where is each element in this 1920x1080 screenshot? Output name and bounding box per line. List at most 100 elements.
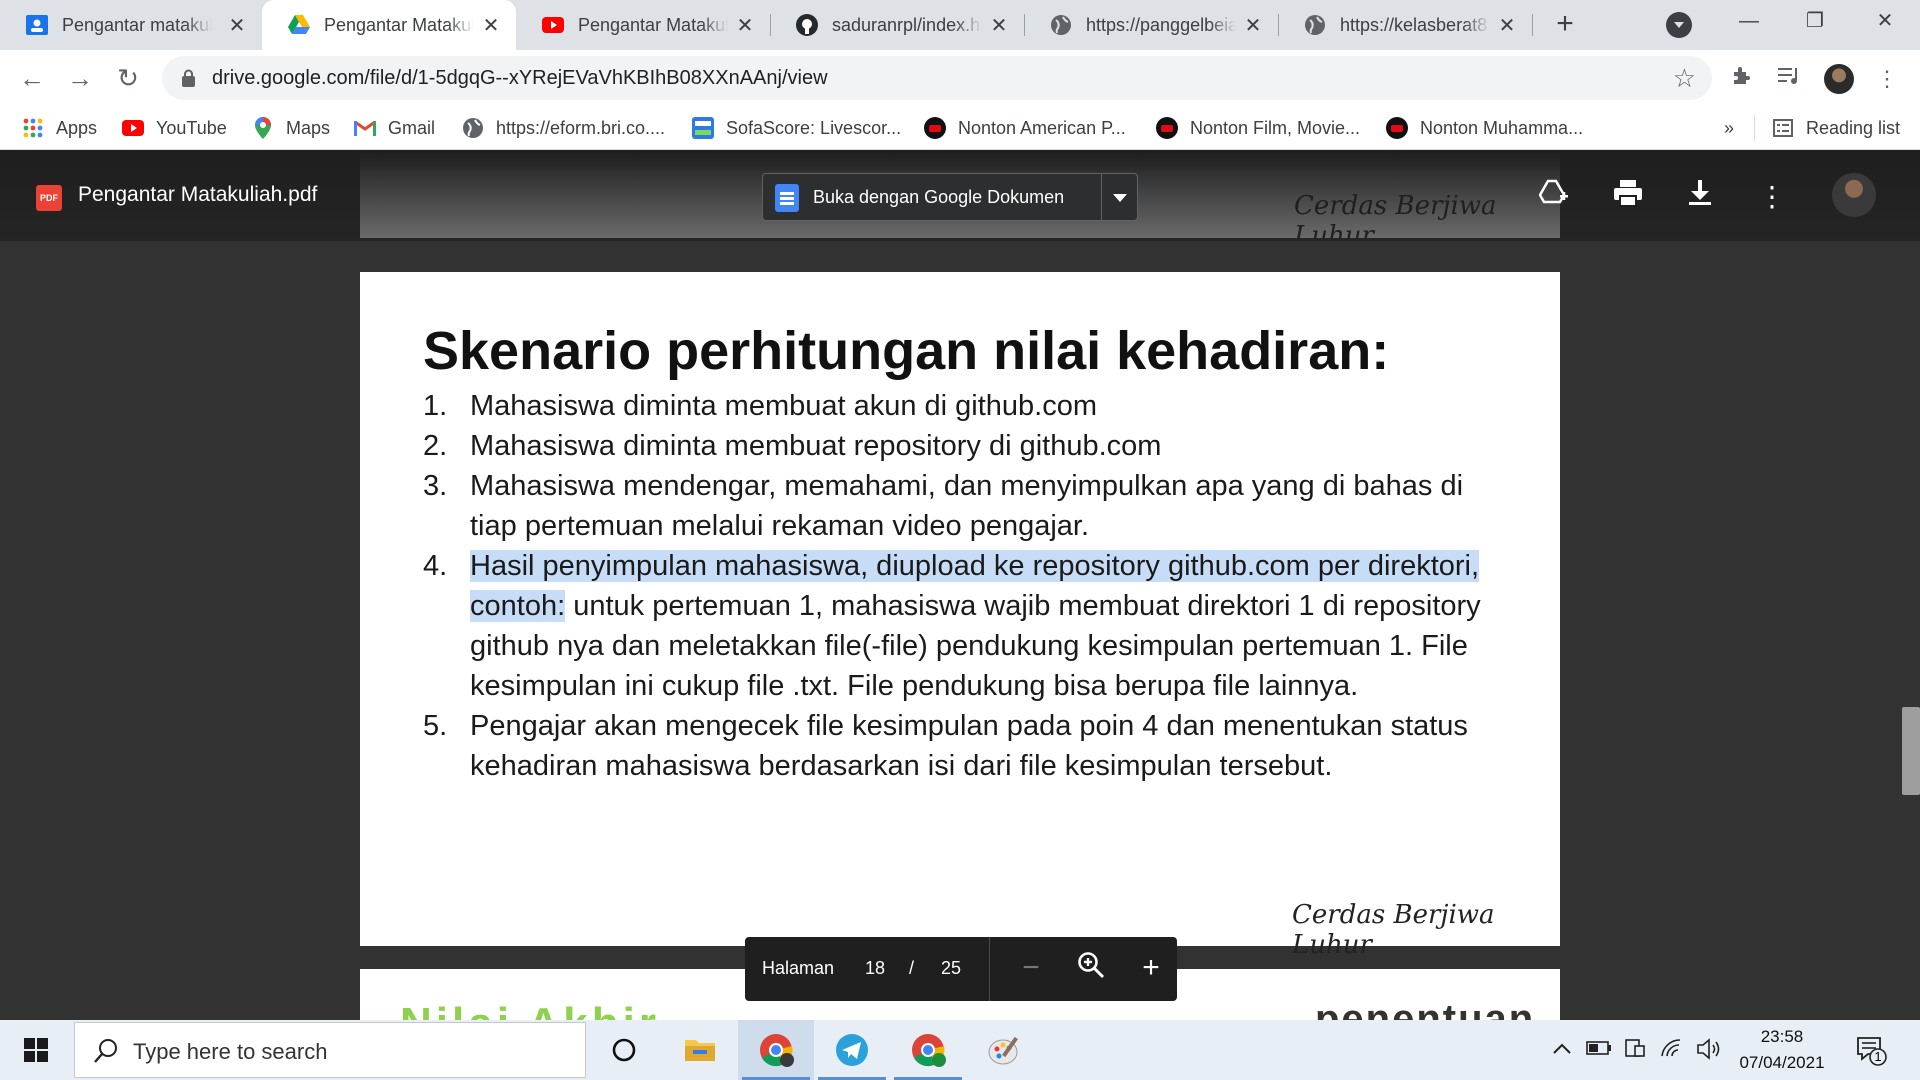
scrollbar-thumb[interactable]	[1902, 707, 1920, 795]
close-icon[interactable]: ✕	[226, 13, 248, 38]
split-divider	[1101, 174, 1102, 220]
bookmark-bri[interactable]: https://eform.bri.co....	[462, 106, 665, 150]
open-with-docs-button[interactable]: Buka dengan Google Dokumen	[762, 173, 1138, 221]
address-bar[interactable]: drive.google.com/file/d/1-5dgqG--xYRejEV…	[162, 56, 1712, 100]
windows-logo-icon	[37, 1051, 48, 1062]
tab-title: https://panggelbeian	[1086, 14, 1236, 35]
bookmark-label: YouTube	[156, 117, 227, 138]
zoom-out-button[interactable]: −	[1013, 951, 1049, 987]
back-button[interactable]: ←	[14, 60, 50, 96]
show-hidden-icons-button[interactable]	[1552, 1038, 1572, 1061]
bookmark-nonton-1[interactable]: Nonton American P...	[924, 106, 1126, 150]
next-page-heading: Nilai Akhir	[400, 999, 660, 1020]
bookmark-nonton-3[interactable]: Nonton Muhamma...	[1386, 106, 1583, 150]
bookmark-label: Apps	[56, 117, 98, 138]
bookmark-maps[interactable]: Maps	[252, 106, 330, 150]
tab-classroom[interactable]: Pengantar matakuliah ✕	[0, 0, 262, 50]
list-text: Pengajar akan mengecek file kesimpulan p…	[470, 710, 1468, 782]
volume-icon[interactable]	[1696, 1038, 1722, 1066]
google-classroom-icon	[26, 14, 48, 36]
notification-center-button[interactable]: 1	[1856, 1036, 1888, 1066]
bookmarks-overflow-button[interactable]: »	[1724, 106, 1734, 150]
zoom-in-button[interactable]: +	[1133, 951, 1169, 987]
minimize-button[interactable]: —	[1720, 0, 1778, 44]
bookmark-label: https://eform.bri.co....	[496, 117, 666, 138]
close-icon[interactable]: ✕	[988, 13, 1010, 38]
chevron-down-icon[interactable]	[1113, 194, 1127, 202]
media-control-icon[interactable]	[1775, 64, 1805, 94]
close-icon[interactable]: ✕	[480, 13, 502, 38]
bookmark-divider	[1754, 115, 1755, 141]
extensions-icon[interactable]	[1727, 64, 1757, 94]
wifi-icon[interactable]	[1660, 1038, 1684, 1064]
close-window-button[interactable]: ✕	[1856, 0, 1914, 44]
youtube-icon	[122, 117, 144, 139]
account-avatar[interactable]	[1832, 173, 1876, 217]
battery-icon[interactable]	[1586, 1038, 1612, 1061]
notification-icon	[1857, 1037, 1887, 1066]
chrome-menu-icon[interactable]: ⋮	[1872, 64, 1902, 94]
netflix-icon	[1156, 117, 1178, 139]
url-text[interactable]: drive.google.com/file/d/1-5dgqG--xYRejEV…	[212, 67, 828, 90]
list-item: 3. Mahasiswa mendengar, memahami, dan men…	[423, 466, 1503, 546]
download-icon[interactable]	[1682, 179, 1718, 215]
slide-title: Skenario perhitungan nilai kehadiran:	[423, 321, 1390, 381]
system-clock[interactable]: 23:58 07/04/2021	[1736, 1024, 1828, 1076]
add-shortcut-drive-icon[interactable]	[1536, 179, 1572, 215]
tab-github[interactable]: saduranrpl/index.html ✕	[770, 0, 1024, 50]
taskbar-search-box[interactable]: Type here to search	[74, 1022, 586, 1078]
taskbar-paint[interactable]	[966, 1020, 1042, 1080]
tab-strip: Pengantar matakuliah ✕ Pengantar Matakul…	[0, 0, 1920, 50]
list-item: 5. Pengajar akan mengecek file kesimpulan…	[423, 706, 1503, 786]
reload-button[interactable]: ↻	[110, 60, 146, 96]
close-icon[interactable]: ✕	[734, 13, 756, 38]
list-number: 2.	[423, 430, 448, 462]
bookmark-gmail[interactable]: Gmail	[354, 106, 435, 150]
device-icon[interactable]	[1624, 1038, 1646, 1066]
taskbar-file-explorer[interactable]	[662, 1020, 738, 1080]
list-text: Mahasiswa diminta membuat repository di …	[470, 430, 1162, 462]
folder-icon	[685, 1040, 715, 1061]
reading-list-button[interactable]: Reading list	[1772, 106, 1900, 150]
profile-avatar[interactable]	[1824, 64, 1854, 94]
bookmark-youtube[interactable]: YouTube	[122, 106, 227, 150]
tab-panggel[interactable]: https://panggelbeian ✕	[1024, 0, 1278, 50]
tab-title: https://kelasberat8	[1340, 14, 1488, 35]
bookmark-nonton-2[interactable]: Nonton Film, Movie...	[1156, 106, 1360, 150]
taskbar-chrome-profile-2[interactable]	[890, 1020, 966, 1080]
tab-kelasberat[interactable]: https://kelasberat8 ✕	[1278, 0, 1532, 50]
tab-youtube[interactable]: Pengantar Matakuliah ✕	[516, 0, 770, 50]
bookmark-label: Nonton Film, Movie...	[1190, 117, 1361, 138]
pdf-file-icon: PDF	[36, 185, 62, 211]
tab-title: Pengantar matakuliah	[62, 14, 212, 35]
taskbar-telegram[interactable]	[814, 1020, 890, 1080]
clock-date: 07/04/2021	[1739, 1053, 1825, 1072]
close-icon[interactable]: ✕	[1496, 13, 1518, 38]
telegram-icon	[836, 1034, 868, 1066]
slide-list: 1. Mahasiswa diminta membuat akun di gith…	[423, 386, 1503, 786]
current-page[interactable]: 18	[865, 958, 885, 979]
taskbar-chrome-profile-1[interactable]	[738, 1020, 814, 1080]
tab-drive[interactable]: Pengantar Matakuliah ✕	[262, 0, 516, 50]
print-icon[interactable]	[1610, 179, 1646, 215]
bookmark-sofascore[interactable]: SofaScore: Livescor...	[692, 106, 901, 150]
browser-toolbar: ← → ↻ drive.google.com/file/d/1-5dgqG--x…	[0, 50, 1920, 106]
forward-button[interactable]: →	[62, 60, 98, 96]
lock-icon[interactable]	[182, 69, 195, 87]
windows-start-button[interactable]	[0, 1020, 72, 1080]
bookmark-star-icon[interactable]: ☆	[1673, 63, 1696, 94]
restore-button[interactable]: ❐	[1786, 0, 1844, 44]
zoom-icon[interactable]	[1073, 951, 1109, 987]
task-view-button[interactable]	[586, 1020, 662, 1080]
new-tab-button[interactable]: +	[1548, 8, 1582, 42]
list-item: 1. Mahasiswa diminta membuat akun di gith…	[423, 386, 1503, 426]
viewer-header: PDF Pengantar Matakuliah.pdf Buka dengan…	[0, 151, 1920, 241]
close-icon[interactable]: ✕	[1242, 13, 1264, 38]
pdf-page: Skenario perhitungan nilai kehadiran: 1.…	[360, 272, 1560, 960]
apps-grid-icon	[22, 117, 44, 139]
tab-title: Pengantar Matakuliah	[324, 14, 474, 35]
bookmark-apps[interactable]: Apps	[22, 106, 97, 150]
tab-search-button[interactable]	[1666, 12, 1692, 38]
more-options-icon[interactable]: ⋮	[1754, 179, 1790, 215]
sofascore-icon	[692, 117, 714, 139]
